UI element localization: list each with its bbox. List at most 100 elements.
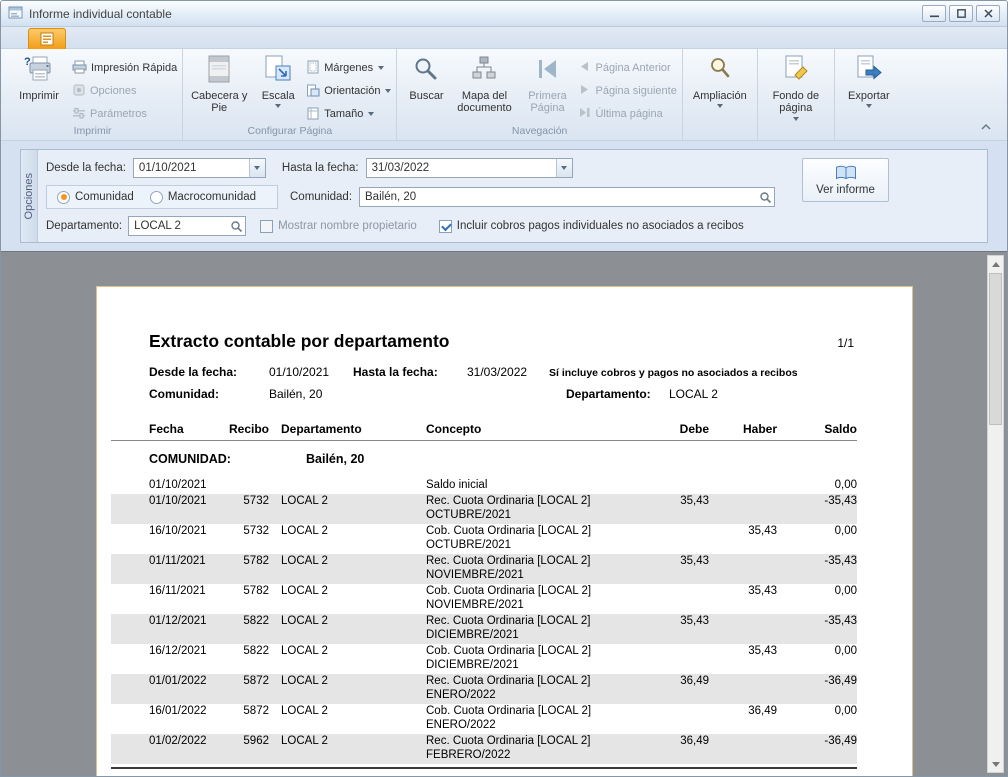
chevron-down-icon [275, 104, 281, 108]
scroll-up-button[interactable] [988, 256, 1003, 272]
include-individual-payments-checkbox[interactable]: Incluir cobros pagos individuales no aso… [439, 220, 744, 233]
last-page-button[interactable]: Última página [578, 106, 676, 122]
search-button[interactable]: Buscar [402, 51, 450, 102]
header-footer-label: Cabecera y Pie [188, 90, 250, 115]
preview-scrollbar[interactable] [987, 255, 1004, 773]
orientation-button[interactable]: Orientación [306, 83, 391, 99]
search-icon [230, 220, 243, 233]
first-page-button[interactable]: Primera Página [518, 51, 576, 115]
departamento-search-button[interactable] [227, 220, 245, 233]
search-icon [413, 55, 439, 87]
radio-comunidad[interactable]: Comunidad [57, 191, 134, 204]
ribbon: ? Imprimir Impresión Rápida Opciones Par… [1, 49, 1007, 141]
page-background-label: Fondo de página [763, 90, 829, 115]
group-label-configurar-pagina: Configurar Página [188, 124, 391, 140]
report-row: 01/12/20215822LOCAL 2Rec. Cuota Ordinari… [111, 614, 857, 644]
last-page-label: Última página [595, 108, 662, 120]
options-body: Desde la fecha: 01/10/2021 Hasta la fech… [38, 150, 987, 242]
margins-button[interactable]: Márgenes [306, 60, 391, 76]
group-label: COMUNIDAD: [149, 452, 231, 466]
print-button[interactable]: ? Imprimir [8, 51, 70, 102]
from-date-combobox[interactable]: 01/10/2021 [133, 158, 266, 178]
options-label: Opciones [90, 85, 136, 97]
collapse-ribbon-button[interactable] [977, 120, 995, 134]
ribbon-group-configurar-pagina: Cabecera y Pie Escala Márgenes Orien [183, 49, 397, 140]
close-button[interactable] [976, 5, 1000, 22]
cell-concepto: Rec. Cuota Ordinaria [LOCAL 2] ENERO/202… [426, 675, 639, 702]
cell-haber: 35,43 [709, 525, 777, 539]
cell-concepto: Rec. Cuota Ordinaria [LOCAL 2] DICIEMBRE… [426, 615, 639, 642]
next-page-button[interactable]: Página siguiente [578, 83, 676, 99]
options-button[interactable]: Opciones [72, 83, 177, 99]
radio-unselected-icon [150, 191, 163, 204]
report-rows: 01/10/2021Saldo inicial0,0001/10/2021573… [111, 477, 857, 764]
scale-icon [264, 55, 292, 87]
document-map-button[interactable]: Mapa del documento [452, 51, 516, 115]
parameters-icon [72, 106, 86, 123]
scope-radio-group: Comunidad Macrocomunidad [46, 185, 278, 209]
previous-page-label: Página Anterior [595, 62, 670, 74]
application-menu-button[interactable] [28, 28, 66, 49]
view-report-button[interactable]: Ver informe [802, 158, 889, 202]
options-tab-label: Opciones [23, 173, 35, 219]
cell-departamento: LOCAL 2 [269, 735, 426, 749]
include-individual-payments-label: Incluir cobros pagos individuales no aso… [457, 220, 744, 232]
show-owner-checkbox[interactable]: Mostrar nombre propietario [260, 220, 417, 233]
parameters-button[interactable]: Parámetros [72, 106, 177, 122]
comunidad-search-button[interactable] [756, 191, 774, 204]
report-row: 16/01/20225872LOCAL 2Cob. Cuota Ordinari… [111, 704, 857, 734]
orientation-label: Orientación [324, 85, 380, 97]
cell-recibo: 5962 [229, 735, 269, 749]
group-label-imprimir: Imprimir [8, 124, 177, 140]
group-label-ampliacion [688, 125, 752, 140]
to-date-dropdown-button[interactable] [556, 159, 572, 177]
radio-macrocomunidad[interactable]: Macrocomunidad [150, 191, 256, 204]
view-report-label: Ver informe [816, 184, 875, 196]
from-date-dropdown-button[interactable] [249, 159, 265, 177]
to-date-combobox[interactable]: 31/03/2022 [366, 158, 573, 178]
header-footer-button[interactable]: Cabecera y Pie [188, 51, 250, 115]
close-icon [984, 9, 993, 18]
page-background-button[interactable]: Fondo de página [763, 51, 829, 121]
ribbon-group-imprimir: ? Imprimir Impresión Rápida Opciones Par… [3, 49, 183, 140]
show-owner-label: Mostrar nombre propietario [278, 220, 417, 232]
scrollbar-thumb[interactable] [989, 273, 1002, 425]
cell-fecha: 16/10/2021 [111, 525, 229, 539]
cell-recibo: 5782 [229, 585, 269, 599]
cell-debe: 35,43 [639, 495, 709, 509]
quick-print-button[interactable]: Impresión Rápida [72, 60, 177, 76]
document-map-label: Mapa del documento [452, 90, 516, 115]
cell-debe: 36,49 [639, 735, 709, 749]
orientation-icon [306, 83, 320, 100]
export-button[interactable]: Exportar [840, 51, 898, 108]
departamento-input[interactable]: LOCAL 2 [128, 216, 246, 236]
options-panel: Opciones Desde la fecha: 01/10/2021 Hast… [20, 149, 988, 243]
page-background-icon [782, 55, 810, 87]
options-tab[interactable]: Opciones [21, 150, 38, 242]
zoom-magnifier-icon [707, 55, 733, 87]
report-meta-entities: Comunidad: Bailén, 20 Departamento: LOCA… [149, 387, 854, 403]
scroll-down-button[interactable] [988, 756, 1003, 772]
options-icon [72, 83, 86, 100]
cell-debe: 35,43 [639, 555, 709, 569]
margins-label: Márgenes [324, 62, 373, 74]
group-value: Bailén, 20 [306, 452, 364, 466]
comunidad-input[interactable]: Bailén, 20 [359, 187, 775, 207]
cell-recibo: 5732 [229, 525, 269, 539]
column-header-haber: Haber [709, 422, 777, 436]
minimize-button[interactable] [922, 5, 946, 22]
cell-concepto: Rec. Cuota Ordinaria [LOCAL 2] FEBRERO/2… [426, 735, 639, 762]
titlebar: Informe individual contable [1, 1, 1007, 27]
column-header-recibo: Recibo [229, 422, 269, 436]
previous-page-button[interactable]: Página Anterior [578, 60, 676, 76]
parameters-label: Parámetros [90, 108, 147, 120]
cell-saldo: 0,00 [777, 479, 857, 493]
zoom-button[interactable]: Ampliación [688, 51, 752, 108]
size-button[interactable]: Tamaño [306, 106, 391, 122]
maximize-button[interactable] [949, 5, 973, 22]
scale-button[interactable]: Escala [252, 51, 304, 108]
report-row: 01/10/20215732LOCAL 2Rec. Cuota Ordinari… [111, 494, 857, 524]
cell-haber: 35,43 [709, 585, 777, 599]
report-meta-dates: Desde la fecha: 01/10/2021 Hasta la fech… [149, 365, 854, 381]
triangle-up-icon [992, 262, 1000, 267]
